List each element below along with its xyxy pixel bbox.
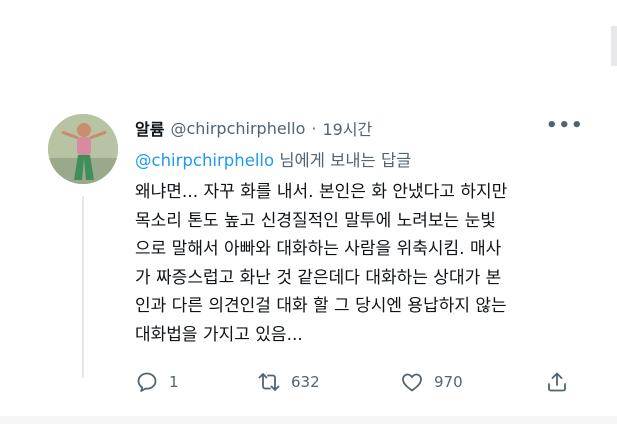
reply-button[interactable]: 1 (135, 368, 179, 396)
like-count: 970 (434, 373, 463, 391)
tweet-text: 왜냐면... 자꾸 화를 내서. 본인은 화 안냈다고 하지만 목소리 톤도 높… (135, 178, 595, 349)
separator-dot: · (311, 118, 317, 138)
tweet-text-line: 인과 다른 의견인걸 대화 할 그 당시엔 용납하지 않는 (135, 296, 507, 316)
retweet-button[interactable]: 632 (257, 368, 320, 396)
tweet-text-line: 가 짜증스럽고 화난 것 같은데다 대화하는 상대가 본 (135, 267, 502, 288)
retweet-icon (258, 373, 280, 391)
share-button[interactable] (545, 368, 569, 396)
avatar-photo (48, 114, 118, 184)
reply-mention-link[interactable]: @chirpchirphello (135, 151, 274, 170)
retweet-count: 632 (291, 373, 320, 391)
thread-line (82, 196, 84, 378)
like-button[interactable]: 970 (400, 368, 463, 396)
reply-icon (137, 372, 157, 392)
tweet-header: 알륨 @chirpchirphello · 19시간 (135, 116, 372, 140)
divider (0, 416, 617, 424)
reply-count: 1 (169, 373, 179, 391)
reply-to-suffix: 님에게 보내는 답글 (274, 151, 412, 170)
user-handle[interactable]: @chirpchirphello (170, 119, 305, 138)
tweet-actions: 1 632 970 (135, 368, 575, 396)
more-options-icon[interactable]: ••• (546, 117, 583, 138)
display-name[interactable]: 알륨 (135, 116, 164, 140)
avatar[interactable] (48, 114, 118, 184)
tweet-text-line: 대화법을 가지고 있음... (135, 324, 303, 345)
timestamp[interactable]: 19시간 (322, 116, 372, 140)
heart-icon (402, 373, 422, 392)
tweet-text-line: 왜냐면... 자꾸 화를 내서. 본인은 화 안냈다고 하지만 (135, 182, 508, 202)
scrollbar[interactable] (611, 26, 617, 66)
tweet-text-line: 목소리 톤도 높고 신경질적인 말투에 노려보는 눈빛 (135, 210, 496, 231)
replying-to: @chirpchirphello 님에게 보내는 답글 (135, 147, 411, 171)
blank-area (0, 0, 617, 96)
share-icon (548, 372, 566, 392)
tweet-card[interactable]: 알륨 @chirpchirphello · 19시간 ••• @chirpchi… (0, 0, 617, 424)
tweet-text-line: 으로 말해서 아빠와 대화하는 사람을 위축시킴. 매사 (135, 239, 502, 259)
